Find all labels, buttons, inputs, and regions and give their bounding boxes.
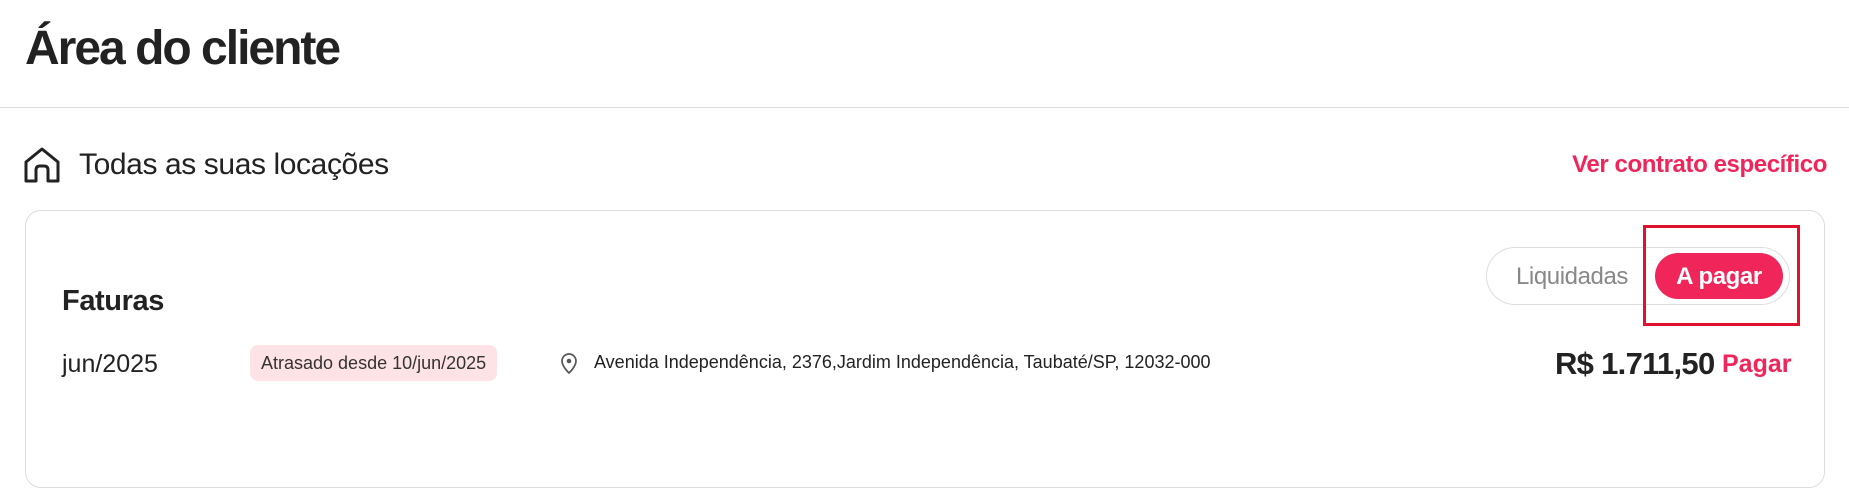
- rentals-section-header: Todas as suas locações Ver contrato espe…: [22, 140, 1827, 190]
- invoice-row: jun/2025 Atrasado desde 10/jun/2025 Aven…: [62, 341, 1796, 389]
- invoices-title: Faturas: [62, 285, 164, 318]
- invoice-amount: R$ 1.711,50: [1555, 346, 1715, 381]
- page-title: Área do cliente: [25, 22, 341, 75]
- invoice-status-filter[interactable]: Liquidadas A pagar: [1486, 247, 1790, 305]
- property-address: Avenida Independência, 2376,Jardim Indep…: [594, 352, 1211, 372]
- map-pin-icon: [561, 353, 577, 374]
- invoice-period: jun/2025: [62, 350, 158, 378]
- paid-invoices-tab[interactable]: Liquidadas: [1497, 253, 1647, 299]
- due-invoices-tab[interactable]: A pagar: [1655, 253, 1783, 299]
- section-title: Todas as suas locações: [79, 148, 389, 181]
- view-specific-contract-link[interactable]: Ver contrato específico: [1572, 150, 1827, 180]
- overdue-status-badge: Atrasado desde 10/jun/2025: [250, 345, 498, 381]
- pay-button[interactable]: Pagar: [1722, 347, 1791, 381]
- invoices-card: Faturas Liquidadas A pagar jun/2025 Atra…: [25, 210, 1825, 488]
- page-header: Área do cliente: [0, 0, 1849, 108]
- home-icon: [24, 147, 60, 183]
